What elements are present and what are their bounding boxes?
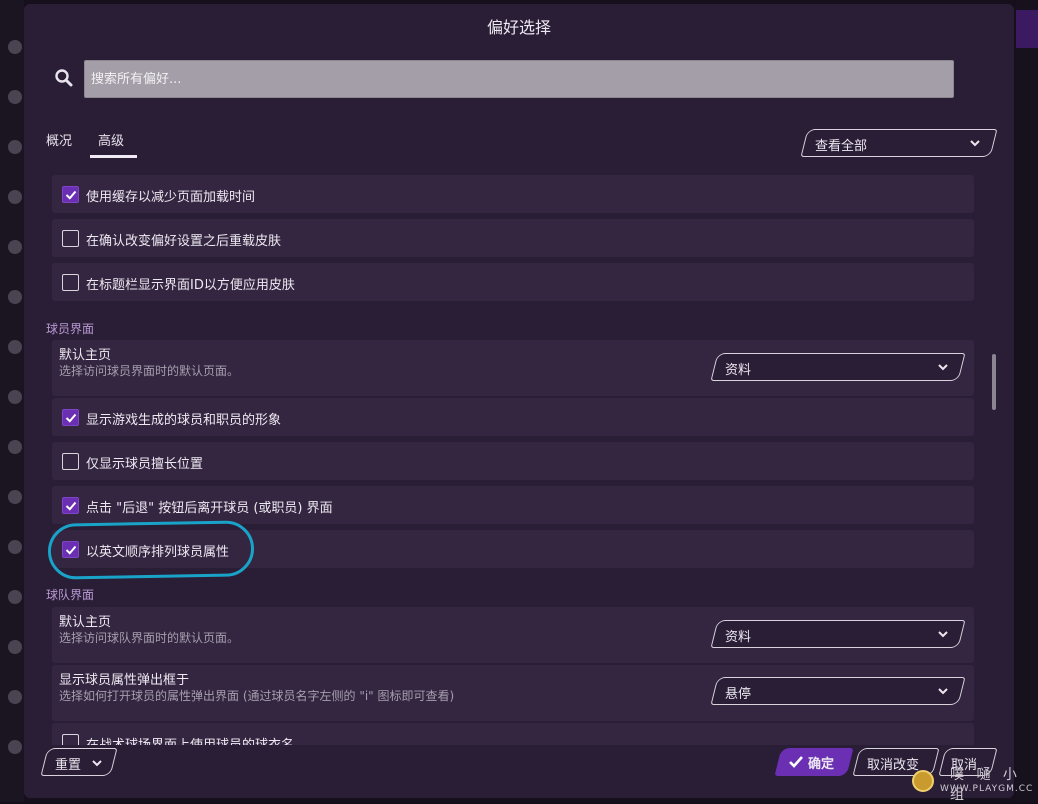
preferences-dialog: 偏好选择 概况 高级 查看全部 使用缓存以减少页面加载时间 在确认改变偏好设置之… bbox=[24, 4, 1014, 798]
confirm-button[interactable]: 确定 bbox=[774, 748, 854, 776]
checkbox[interactable] bbox=[62, 409, 79, 426]
team-default-home-dropdown[interactable]: 资料 bbox=[710, 620, 966, 648]
dropdown-value: 资料 bbox=[725, 630, 752, 645]
pref-label: 仅显示球员擅长位置 bbox=[86, 457, 204, 472]
pref-label: 在确认改变偏好设置之后重载皮肤 bbox=[86, 234, 282, 249]
checkbox[interactable] bbox=[62, 734, 79, 745]
checkbox[interactable] bbox=[62, 230, 79, 247]
search-field[interactable] bbox=[84, 60, 954, 98]
checkbox[interactable] bbox=[62, 497, 79, 514]
pref-subtitle: 选择访问球员界面时的默认页面。 bbox=[59, 364, 240, 378]
background-right-strip bbox=[1016, 0, 1038, 802]
tab-overview[interactable]: 概况 bbox=[46, 130, 72, 149]
check-icon bbox=[65, 413, 77, 423]
pref-label: 使用缓存以减少页面加载时间 bbox=[86, 190, 256, 205]
search-input[interactable] bbox=[85, 61, 953, 97]
chevron-down-icon bbox=[970, 140, 980, 147]
dialog-title: 偏好选择 bbox=[486, 18, 551, 37]
section-heading-team: 球队界面 bbox=[46, 588, 95, 602]
pref-title: 默认主页 bbox=[59, 615, 112, 630]
pref-row-jersey-names[interactable]: 在战术球场界面上使用球员的球衣名 bbox=[52, 723, 974, 745]
dropdown-value: 悬停 bbox=[725, 687, 752, 702]
chevron-down-icon bbox=[938, 364, 948, 371]
pref-label: 点击 "后退" 按钮后离开球员 (或职员) 界面 bbox=[86, 501, 333, 516]
confirm-label: 确定 bbox=[808, 757, 835, 772]
pref-label: 在战术球场界面上使用球员的球衣名 bbox=[86, 734, 294, 745]
pref-row-natural-positions-only[interactable]: 仅显示球员擅长位置 bbox=[52, 442, 974, 480]
checkbox[interactable] bbox=[62, 274, 79, 291]
chevron-down-icon bbox=[938, 688, 948, 695]
attribute-popup-dropdown[interactable]: 悬停 bbox=[710, 677, 966, 705]
search-icon bbox=[55, 69, 73, 87]
scrollbar-thumb[interactable] bbox=[992, 354, 996, 410]
pref-row-show-generated-faces[interactable]: 显示游戏生成的球员和职员的形象 bbox=[52, 398, 974, 436]
scroll-clip: 在战术球场界面上使用球员的球衣名 bbox=[52, 723, 974, 745]
pref-title: 默认主页 bbox=[59, 348, 112, 363]
pref-subtitle: 选择访问球队界面时的默认页面。 bbox=[59, 631, 240, 645]
dropdown-value: 资料 bbox=[725, 363, 752, 378]
site-watermark: 噗 嗵 小 组 WWW.PLAYGM.CC bbox=[896, 764, 1038, 803]
pref-row-show-screen-id[interactable]: 在标题栏显示界面ID以方便应用皮肤 bbox=[52, 263, 974, 301]
check-icon bbox=[65, 501, 77, 511]
check-icon bbox=[65, 190, 77, 200]
checkbox[interactable] bbox=[62, 186, 79, 203]
view-filter-value: 查看全部 bbox=[815, 139, 868, 154]
checkbox[interactable] bbox=[62, 453, 79, 470]
watermark-logo-icon bbox=[912, 770, 934, 792]
reset-button[interactable]: 重置 bbox=[40, 748, 118, 776]
pref-row-reload-skin[interactable]: 在确认改变偏好设置之后重载皮肤 bbox=[52, 219, 974, 257]
view-filter-dropdown[interactable]: 查看全部 bbox=[800, 129, 998, 157]
tab-advanced[interactable]: 高级 bbox=[98, 130, 124, 149]
pref-label: 显示游戏生成的球员和职员的形象 bbox=[86, 413, 282, 428]
chevron-down-icon bbox=[938, 631, 948, 638]
reset-label: 重置 bbox=[55, 758, 82, 773]
chevron-down-icon bbox=[92, 760, 102, 767]
pref-label: 在标题栏显示界面ID以方便应用皮肤 bbox=[86, 278, 295, 293]
background-left-strip bbox=[0, 0, 24, 802]
active-tab-indicator bbox=[90, 155, 137, 158]
player-default-home-dropdown[interactable]: 资料 bbox=[710, 353, 966, 381]
pref-title: 显示球员属性弹出框于 bbox=[59, 673, 190, 688]
section-heading-player: 球员界面 bbox=[46, 322, 95, 336]
highlight-annotation bbox=[47, 520, 255, 580]
watermark-url: WWW.PLAYGM.CC bbox=[940, 784, 1034, 794]
pref-row-use-cache[interactable]: 使用缓存以减少页面加载时间 bbox=[52, 175, 974, 213]
pref-row-back-button-leaves[interactable]: 点击 "后退" 按钮后离开球员 (或职员) 界面 bbox=[52, 486, 974, 524]
check-icon bbox=[789, 756, 803, 768]
pref-subtitle: 选择如何打开球员的属性弹出界面 (通过球员名字左侧的 "i" 图标即可查看) bbox=[59, 689, 455, 703]
